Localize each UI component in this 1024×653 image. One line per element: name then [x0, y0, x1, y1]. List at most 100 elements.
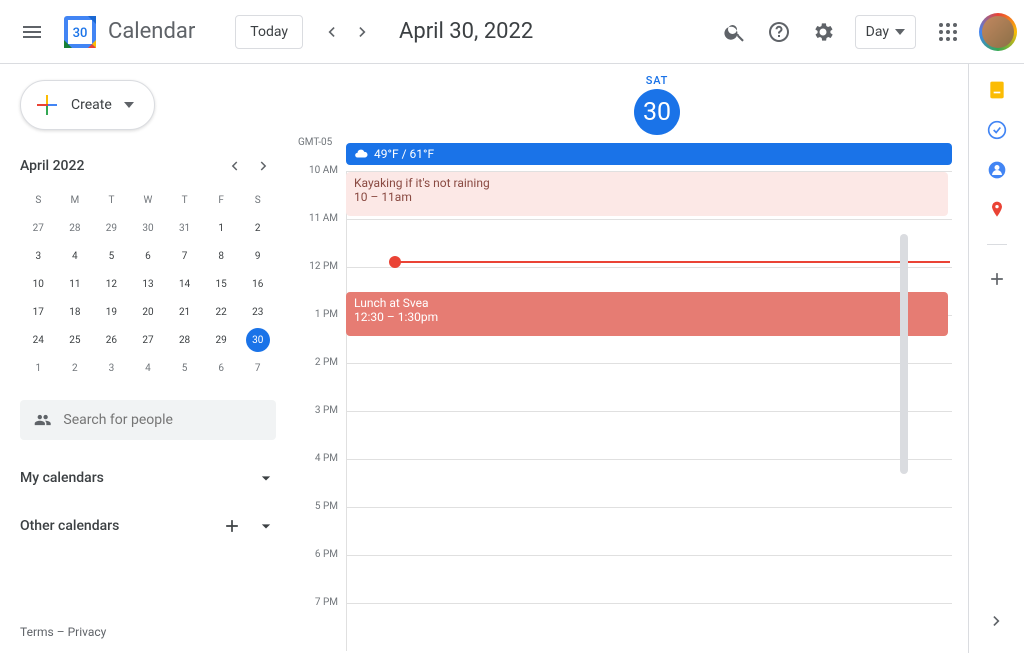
mini-day[interactable]: 1 — [203, 214, 240, 242]
mini-day[interactable]: 2 — [239, 214, 276, 242]
mini-day[interactable]: 29 — [203, 326, 240, 354]
gear-icon — [811, 20, 835, 44]
mini-day[interactable]: 1 — [20, 354, 57, 382]
mini-day[interactable]: 7 — [239, 354, 276, 382]
mini-day[interactable]: 14 — [166, 270, 203, 298]
my-calendars-toggle[interactable]: My calendars — [20, 468, 276, 488]
view-selector-label: Day — [866, 24, 889, 40]
mini-next-button[interactable] — [252, 154, 276, 178]
mini-day[interactable]: 31 — [166, 214, 203, 242]
account-avatar[interactable] — [980, 14, 1016, 50]
mini-day[interactable]: 27 — [130, 326, 167, 354]
prev-day-button[interactable] — [315, 16, 347, 48]
mini-day[interactable]: 3 — [93, 354, 130, 382]
create-button[interactable]: Create — [20, 80, 155, 130]
day-header[interactable]: SAT 30 — [346, 74, 968, 135]
allday-weather-event[interactable]: 49°F / 61°F — [346, 143, 952, 165]
chevron-down-icon — [256, 516, 276, 536]
google-apps-button[interactable] — [928, 12, 968, 52]
hamburger-icon — [20, 20, 44, 44]
mini-day[interactable]: 21 — [166, 298, 203, 326]
mini-day[interactable]: 20 — [130, 298, 167, 326]
calendar-logo[interactable]: 30 Calendar — [60, 12, 195, 52]
mini-day[interactable]: 2 — [57, 354, 94, 382]
time-cell[interactable] — [346, 411, 952, 459]
support-button[interactable] — [759, 12, 799, 52]
time-cell[interactable] — [346, 459, 952, 507]
search-button[interactable] — [715, 12, 755, 52]
search-icon — [723, 20, 747, 44]
caret-down-icon — [124, 102, 134, 108]
time-cell[interactable] — [346, 555, 952, 603]
plus-icon[interactable] — [222, 516, 242, 536]
terms-link[interactable]: Terms — [20, 625, 54, 639]
settings-button[interactable] — [803, 12, 843, 52]
date-nav — [315, 16, 379, 48]
mini-day[interactable]: 6 — [203, 354, 240, 382]
event-lunch[interactable]: Lunch at Svea 12:30 – 1:30pm — [346, 292, 948, 336]
privacy-link[interactable]: Privacy — [68, 625, 107, 639]
maps-icon[interactable] — [987, 200, 1007, 220]
mini-day[interactable]: 18 — [57, 298, 94, 326]
time-label: 1 PM — [288, 309, 346, 357]
mini-day[interactable]: 23 — [239, 298, 276, 326]
side-panel — [968, 64, 1024, 653]
chevron-left-icon — [321, 22, 341, 42]
today-button[interactable]: Today — [235, 15, 303, 49]
mini-day[interactable]: 7 — [166, 242, 203, 270]
plus-icon — [35, 93, 59, 117]
event-kayaking[interactable]: Kayaking if it's not raining 10 – 11am — [346, 172, 948, 216]
mini-day[interactable]: 25 — [57, 326, 94, 354]
view-selector[interactable]: Day — [855, 15, 916, 49]
other-calendars-toggle[interactable]: Other calendars — [20, 516, 276, 536]
time-cell[interactable] — [346, 363, 952, 411]
contacts-icon[interactable] — [987, 160, 1007, 180]
mini-day[interactable]: 6 — [130, 242, 167, 270]
hide-side-panel-button[interactable] — [977, 601, 1017, 641]
mini-day[interactable]: 27 — [20, 214, 57, 242]
mini-day[interactable]: 15 — [203, 270, 240, 298]
mini-day[interactable]: 13 — [130, 270, 167, 298]
search-people-input[interactable] — [20, 400, 276, 440]
mini-day[interactable]: 29 — [93, 214, 130, 242]
mini-day[interactable]: 4 — [130, 354, 167, 382]
mini-day[interactable]: 24 — [20, 326, 57, 354]
scrollbar[interactable] — [900, 234, 908, 474]
get-addons-button[interactable] — [987, 269, 1007, 289]
mini-day[interactable]: 11 — [57, 270, 94, 298]
next-day-button[interactable] — [347, 16, 379, 48]
mini-day[interactable]: 5 — [93, 242, 130, 270]
main-menu-button[interactable] — [8, 8, 56, 56]
search-people-field[interactable] — [63, 412, 262, 428]
mini-day[interactable]: 17 — [20, 298, 57, 326]
mini-day[interactable]: 28 — [166, 326, 203, 354]
mini-day[interactable]: 30 — [130, 214, 167, 242]
tasks-icon[interactable] — [987, 120, 1007, 140]
mini-day[interactable]: 16 — [239, 270, 276, 298]
apps-grid-icon — [939, 23, 957, 41]
mini-day[interactable]: 3 — [20, 242, 57, 270]
mini-day[interactable]: 22 — [203, 298, 240, 326]
time-cell[interactable] — [346, 603, 952, 651]
time-label: 10 AM — [288, 165, 346, 213]
timezone-label: GMT-05 — [298, 137, 332, 148]
mini-day[interactable]: 28 — [57, 214, 94, 242]
time-label: 11 AM — [288, 213, 346, 261]
mini-day[interactable]: 8 — [203, 242, 240, 270]
time-label: 12 PM — [288, 261, 346, 309]
mini-day[interactable]: 19 — [93, 298, 130, 326]
mini-day[interactable]: 9 — [239, 242, 276, 270]
keep-icon[interactable] — [987, 80, 1007, 100]
mini-day[interactable]: 5 — [166, 354, 203, 382]
chevron-down-icon — [256, 468, 276, 488]
mini-day[interactable]: 4 — [57, 242, 94, 270]
mini-day[interactable]: 10 — [20, 270, 57, 298]
mini-prev-button[interactable] — [222, 154, 246, 178]
chevron-right-icon — [255, 157, 273, 175]
mini-day[interactable]: 26 — [93, 326, 130, 354]
mini-day[interactable]: 30 — [239, 326, 276, 354]
mini-dow: T — [93, 186, 130, 214]
mini-day[interactable]: 12 — [93, 270, 130, 298]
time-cell[interactable] — [346, 507, 952, 555]
time-cell[interactable] — [346, 219, 952, 267]
